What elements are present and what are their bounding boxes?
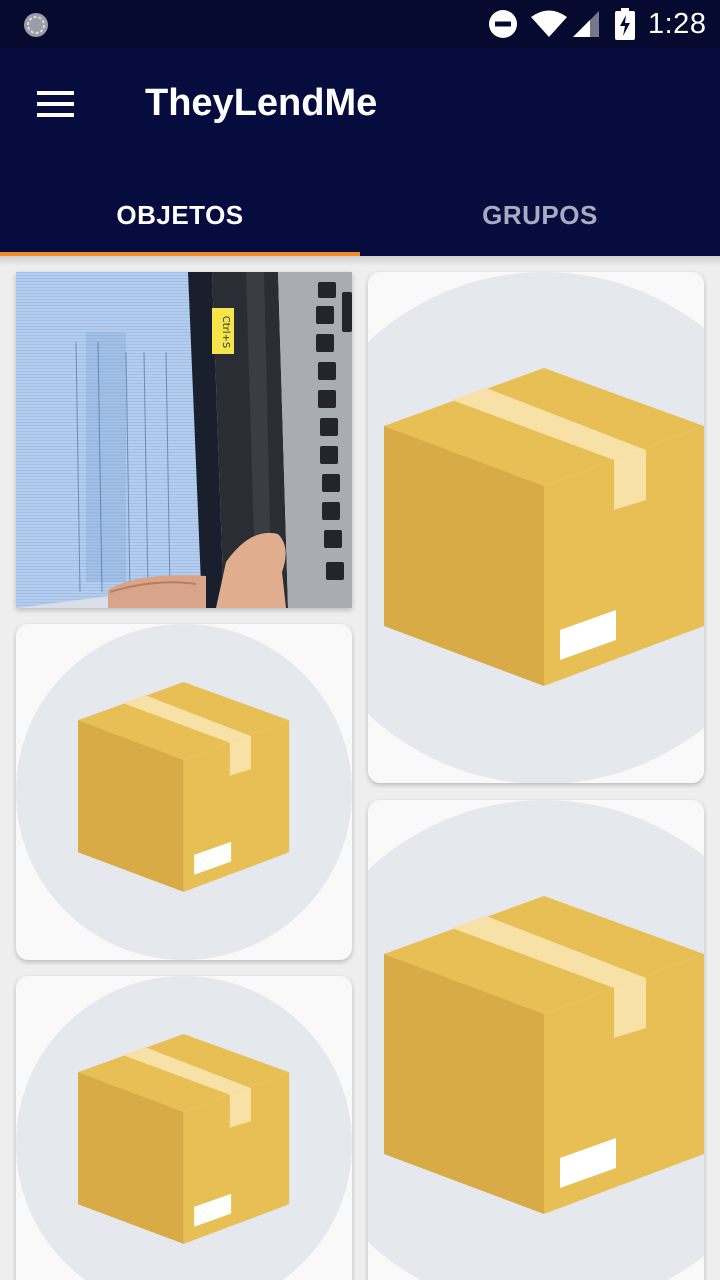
item-card[interactable]	[16, 976, 352, 1280]
package-box-icon	[78, 682, 290, 892]
app-bar: TheyLendMe OBJETOS GRUPOS	[0, 48, 720, 256]
screen: 1:28 TheyLendMe OBJETOS GRUPOS Ctrl+S	[0, 0, 720, 1280]
item-card[interactable]	[368, 800, 704, 1280]
placeholder-image	[368, 272, 704, 783]
package-box-icon	[384, 368, 704, 686]
item-card[interactable]	[368, 272, 704, 783]
battery-charging-icon	[615, 8, 635, 40]
item-card[interactable]	[16, 624, 352, 960]
photo-thumbnail: Ctrl+S	[16, 272, 352, 608]
item-card-photo[interactable]: Ctrl+S	[16, 272, 352, 608]
sticky-note-text: Ctrl+S	[220, 316, 231, 349]
placeholder-image	[16, 976, 352, 1280]
tab-grupos[interactable]: GRUPOS	[360, 174, 720, 256]
tab-objetos[interactable]: OBJETOS	[0, 174, 360, 256]
wifi-icon	[531, 10, 567, 37]
sync-icon	[24, 13, 48, 37]
signal-icon	[573, 11, 599, 37]
app-title: TheyLendMe	[145, 82, 378, 124]
status-bar: 1:28	[0, 0, 720, 48]
status-time: 1:28	[648, 8, 707, 40]
do-not-disturb-icon	[489, 10, 517, 38]
tab-bar: OBJETOS GRUPOS	[0, 174, 720, 256]
package-box-icon	[78, 1034, 290, 1244]
placeholder-image	[368, 800, 704, 1280]
package-box-icon	[384, 896, 704, 1214]
hamburger-menu-icon	[37, 91, 74, 117]
app-bar-shadow	[0, 256, 720, 266]
tab-grupos-label: GRUPOS	[482, 199, 598, 230]
menu-button[interactable]	[20, 72, 92, 136]
placeholder-image	[16, 624, 352, 960]
tab-objetos-label: OBJETOS	[116, 199, 244, 230]
